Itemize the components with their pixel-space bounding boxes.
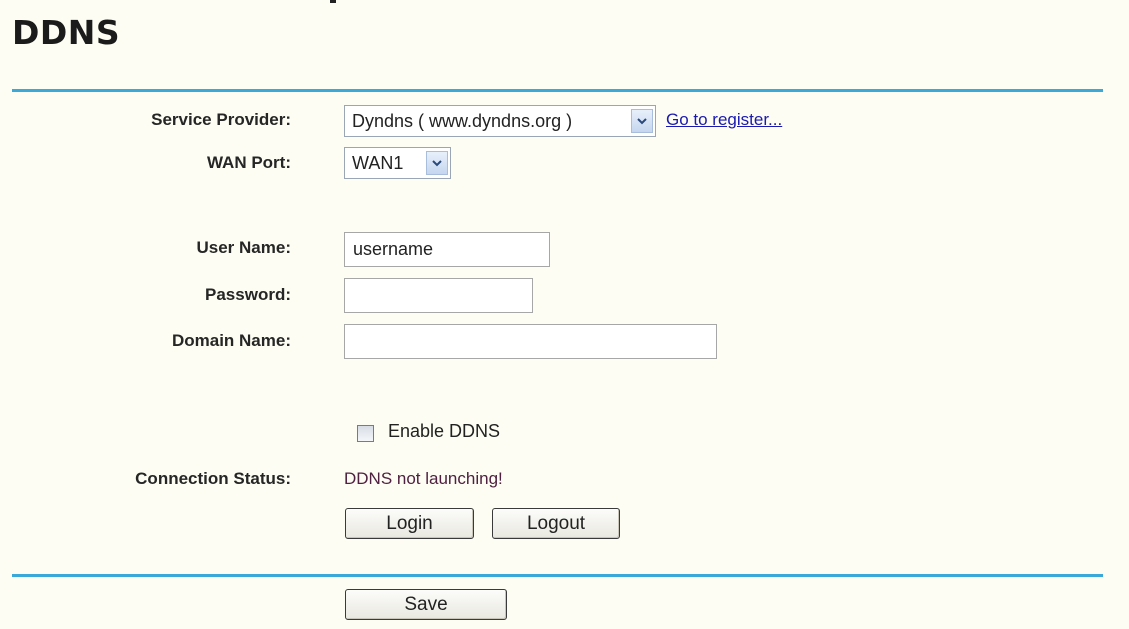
- save-button[interactable]: Save: [345, 589, 507, 620]
- enable-ddns-label[interactable]: Enable DDNS: [388, 421, 500, 442]
- ddns-panel: DDNS Service Provider: Dyndns ( www.dynd…: [0, 0, 1129, 629]
- top-edge-mark: [330, 0, 336, 3]
- service-provider-select[interactable]: Dyndns ( www.dyndns.org ): [344, 105, 656, 137]
- password-label: Password:: [205, 285, 291, 304]
- domain-name-input[interactable]: [344, 324, 717, 359]
- logout-button[interactable]: Logout: [492, 508, 620, 539]
- login-button[interactable]: Login: [345, 508, 474, 539]
- service-provider-label: Service Provider:: [151, 110, 291, 129]
- go-to-register-link[interactable]: Go to register...: [666, 110, 782, 130]
- chevron-down-icon[interactable]: [631, 109, 653, 133]
- enable-ddns-checkbox[interactable]: [357, 425, 374, 442]
- chevron-down-icon[interactable]: [426, 151, 448, 175]
- connection-status-value: DDNS not launching!: [344, 469, 503, 488]
- user-name-input[interactable]: username: [344, 232, 550, 267]
- password-input[interactable]: [344, 278, 533, 313]
- domain-name-label: Domain Name:: [171, 331, 291, 350]
- page-title: DDNS: [12, 13, 121, 52]
- top-divider: [12, 89, 1103, 92]
- user-name-label: User Name:: [196, 238, 292, 257]
- service-provider-selected: Dyndns ( www.dyndns.org ): [352, 110, 573, 131]
- wan-port-label: WAN Port:: [206, 153, 291, 172]
- wan-port-select[interactable]: WAN1: [344, 147, 451, 179]
- connection-status-label: Connection Status:: [135, 469, 291, 488]
- wan-port-selected: WAN1: [352, 152, 404, 173]
- bottom-divider: [12, 574, 1103, 577]
